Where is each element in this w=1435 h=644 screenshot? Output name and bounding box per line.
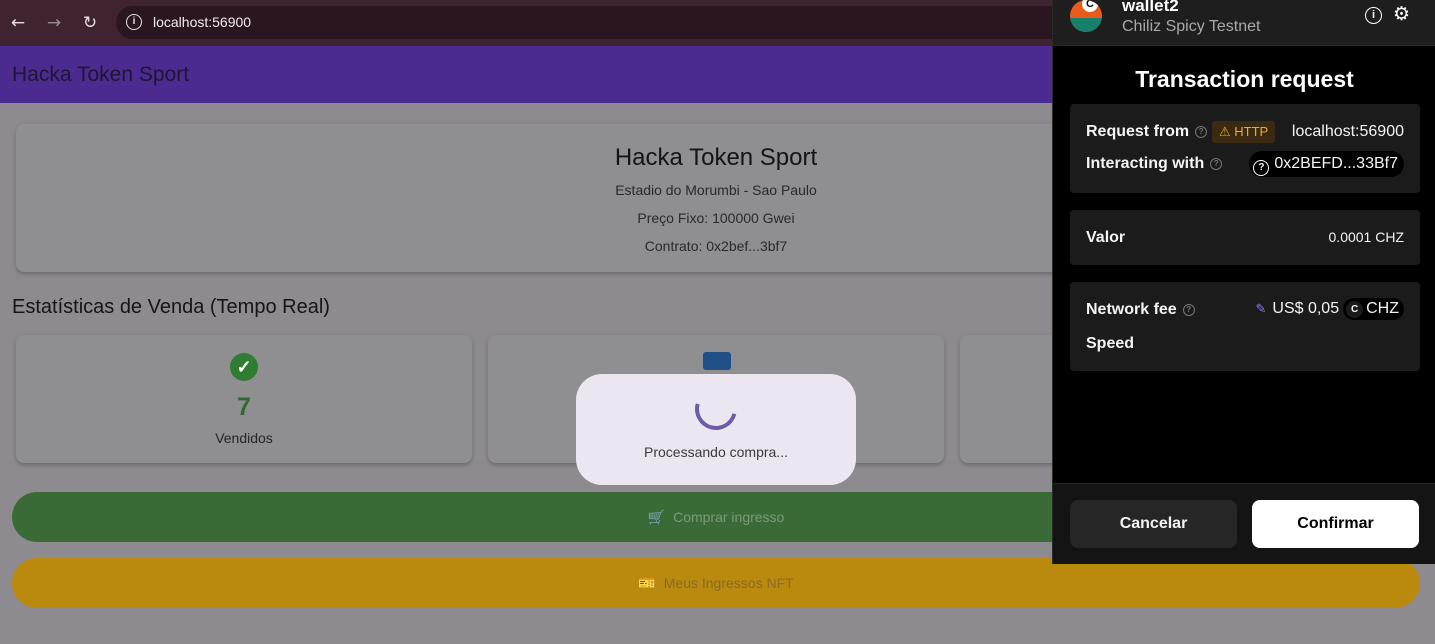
fee-editor[interactable]: ✎ US$ 0,05 C CHZ	[1255, 298, 1404, 321]
value-label: Valor	[1086, 229, 1126, 246]
help-icon[interactable]: ?	[1195, 125, 1208, 138]
interacting-with-label: Interacting with	[1086, 155, 1205, 172]
forward-arrow-icon[interactable]: →	[43, 12, 65, 34]
wallet-popup: C wallet2 Chiliz Spicy Testnet i ⚙ Trans…	[1052, 0, 1435, 564]
stat-label: Vendidos	[215, 430, 273, 446]
http-badge-text: HTTP	[1234, 124, 1269, 139]
loading-spinner-icon	[687, 380, 745, 438]
stats-title: Estatísticas de Venda (Tempo Real)	[12, 296, 330, 318]
site-info-icon[interactable]: i	[126, 14, 142, 30]
processing-dialog: Processando compra...	[576, 374, 856, 485]
contract-address: 0x2BEFD...33Bf7	[1274, 155, 1398, 172]
url-text[interactable]: localhost:56900	[153, 14, 251, 30]
avatar-shape	[1070, 18, 1102, 32]
cart-icon: 🛒	[647, 510, 666, 526]
reload-icon[interactable]: ↻	[79, 12, 101, 34]
wallet-network-name[interactable]: Chiliz Spicy Testnet	[1122, 18, 1260, 36]
request-section: Request from? ⚠ HTTP localhost:56900 Int…	[1070, 104, 1420, 193]
fee-section: Network fee? ✎ US$ 0,05 C CHZ Speed	[1070, 282, 1420, 371]
my-nft-tickets-label: Meus Ingressos NFT	[663, 575, 794, 591]
fee-token: CHZ	[1366, 300, 1399, 317]
chiliz-badge-icon: C	[1082, 0, 1098, 12]
stat-value: 7	[237, 393, 251, 421]
request-origin: localhost:56900	[1291, 123, 1404, 140]
value-amount: 0.0001 CHZ	[1328, 229, 1404, 245]
buy-ticket-label: Comprar ingresso	[673, 509, 785, 525]
wallet-avatar[interactable]: C	[1070, 0, 1102, 32]
fee-amount: US$ 0,05	[1272, 300, 1340, 317]
inventory-icon	[703, 352, 731, 370]
check-circle-icon: ✓	[230, 353, 258, 381]
chz-coin-icon: C	[1346, 301, 1364, 318]
contract-address-pill[interactable]: ? 0x2BEFD...33Bf7	[1249, 151, 1404, 177]
request-from-label: Request from	[1086, 123, 1190, 140]
request-from-row: Request from?	[1086, 123, 1208, 141]
back-arrow-icon[interactable]: ←	[7, 12, 29, 34]
speed-label: Speed	[1086, 335, 1135, 352]
wallet-footer: Cancelar Confirmar	[1053, 483, 1435, 564]
help-icon[interactable]: ?	[1182, 303, 1195, 316]
confirm-button[interactable]: Confirmar	[1252, 500, 1419, 548]
stat-card-sold: ✓ 7 Vendidos	[16, 335, 472, 463]
network-fee-label: Network fee	[1086, 301, 1177, 318]
processing-text: Processando compra...	[644, 444, 788, 460]
wallet-header: C wallet2 Chiliz Spicy Testnet i ⚙	[1053, 0, 1435, 46]
network-fee-row: Network fee?	[1086, 301, 1195, 319]
settings-sliders-icon[interactable]: ⚙	[1393, 3, 1410, 25]
wallet-account-name[interactable]: wallet2	[1122, 0, 1179, 16]
help-icon[interactable]: ?	[1210, 157, 1223, 170]
interacting-with-row: Interacting with?	[1086, 155, 1223, 173]
app-title: Hacka Token Sport	[12, 63, 190, 86]
pencil-icon[interactable]: ✎	[1255, 302, 1266, 317]
ticket-icon: 🎫	[638, 576, 656, 592]
info-icon[interactable]: i	[1365, 7, 1382, 24]
http-warning-badge: ⚠ HTTP	[1212, 121, 1276, 143]
fee-token-pill: C CHZ	[1343, 298, 1404, 320]
transaction-heading: Transaction request	[1135, 66, 1354, 92]
my-nft-tickets-button[interactable]: 🎫 Meus Ingressos NFT	[12, 558, 1420, 608]
unknown-contract-icon: ?	[1253, 160, 1270, 176]
value-section: Valor 0.0001 CHZ	[1070, 210, 1420, 265]
cancel-button[interactable]: Cancelar	[1070, 500, 1237, 548]
